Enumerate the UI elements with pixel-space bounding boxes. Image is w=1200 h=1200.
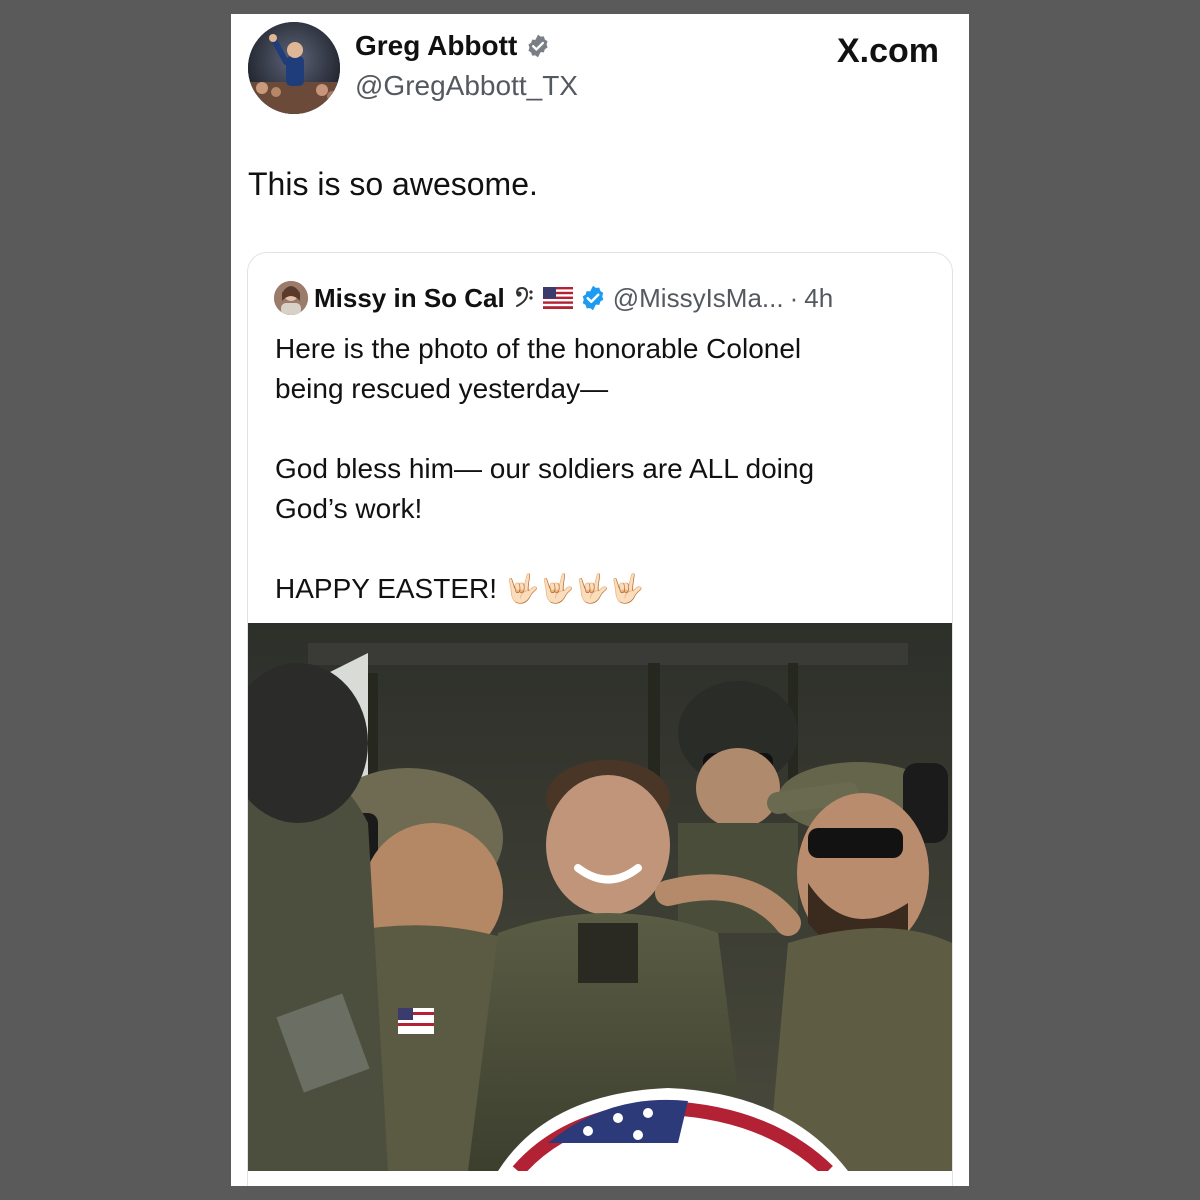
quoted-timestamp[interactable]: 4h	[804, 283, 833, 314]
author-name-row[interactable]: Greg Abbott	[355, 30, 551, 62]
quoted-tweet[interactable]: Missy in So Cal @MissyIsMa... · 4h Here …	[247, 252, 953, 1186]
music-clef-icon	[515, 286, 533, 307]
verified-badge-icon	[582, 285, 604, 311]
us-flag-icon	[542, 287, 573, 309]
x-logo-icon: X.com	[836, 32, 939, 70]
author-name[interactable]: Greg Abbott	[355, 30, 517, 62]
quoted-line: God’s work!	[275, 493, 423, 524]
verified-badge-icon	[528, 34, 548, 58]
tweet-screenshot-card: Greg Abbott @GregAbbott_TX X.com This is…	[231, 14, 969, 1186]
quoted-media-photo[interactable]	[248, 623, 952, 1177]
quoted-tweet-text: Here is the photo of the honorable Colon…	[275, 329, 935, 609]
quoted-avatar[interactable]	[274, 281, 308, 315]
quoted-line: being rescued yesterday—	[275, 373, 609, 404]
quoted-author-name[interactable]: Missy in So Cal	[314, 283, 505, 314]
quoted-line: Here is the photo of the honorable Colon…	[275, 333, 802, 364]
tweet-text: This is so awesome.	[248, 166, 538, 202]
author-avatar[interactable]	[248, 22, 340, 114]
quoted-author-handle[interactable]: @MissyIsMa...	[613, 283, 784, 314]
quoted-line: God bless him— our soldiers are ALL doin…	[275, 453, 815, 484]
quoted-line-last: HAPPY EASTER! 🤟🏻🤟🏻🤟🏻🤟🏻	[275, 569, 935, 609]
author-handle[interactable]: @GregAbbott_TX	[355, 70, 578, 102]
time-separator: ·	[789, 282, 799, 313]
quoted-header: Missy in So Cal @MissyIsMa... · 4h	[274, 281, 833, 315]
love-you-gesture-emoji: 🤟🏻🤟🏻🤟🏻🤟🏻	[504, 573, 645, 604]
quoted-line: HAPPY EASTER!	[275, 573, 498, 604]
